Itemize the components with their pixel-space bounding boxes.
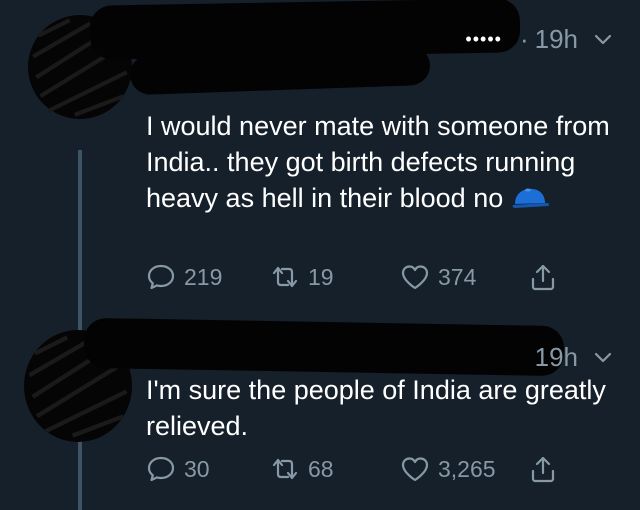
retweet-button[interactable]: 68	[270, 454, 334, 484]
redacted-display-name	[83, 317, 565, 377]
tweet-text: I'm sure the people of India are greatly…	[146, 375, 606, 441]
chevron-down-icon[interactable]	[594, 34, 612, 46]
tweet-meta: ••••• · 19h	[465, 24, 612, 55]
blue-cap-icon	[512, 188, 550, 208]
tweet-actions: 219 19 374	[146, 262, 586, 296]
share-icon	[531, 456, 555, 483]
share-icon	[531, 264, 555, 291]
reply-count: 30	[184, 455, 210, 482]
like-button[interactable]: 3,265	[400, 454, 496, 484]
reply-icon	[147, 456, 175, 482]
reply-icon	[147, 264, 175, 290]
retweet-count: 19	[308, 263, 334, 290]
tweet-timestamp[interactable]: 19h	[535, 342, 578, 373]
tweet-actions: 30 68 3,265	[146, 454, 586, 488]
retweet-button[interactable]: 19	[270, 262, 334, 292]
tweet-meta: 19h	[535, 342, 612, 373]
separator-dot: ·	[519, 24, 529, 54]
tweet-body: I would never mate with someone from Ind…	[146, 108, 616, 216]
retweet-icon	[272, 266, 298, 288]
heart-icon	[401, 265, 429, 290]
tweet-timestamp[interactable]: 19h	[535, 24, 578, 55]
reply-button[interactable]: 30	[146, 454, 210, 484]
tweet-original[interactable]: ••••• · 19h I would never mate with some…	[0, 0, 640, 318]
heart-icon	[401, 457, 429, 482]
retweet-icon	[272, 458, 298, 480]
more-dots: •••••	[465, 29, 502, 49]
like-count: 374	[438, 263, 477, 290]
like-count: 3,265	[438, 455, 496, 482]
reply-button[interactable]: 219	[146, 262, 222, 292]
retweet-count: 68	[308, 455, 334, 482]
share-button[interactable]	[528, 454, 558, 484]
tweet-reply[interactable]: 19h I'm sure the people of India are gre…	[0, 317, 640, 500]
reply-count: 219	[184, 263, 223, 290]
chevron-down-icon[interactable]	[594, 352, 612, 364]
like-button[interactable]: 374	[400, 262, 476, 292]
tweet-body: I'm sure the people of India are greatly…	[146, 372, 616, 444]
share-button[interactable]	[528, 262, 558, 292]
